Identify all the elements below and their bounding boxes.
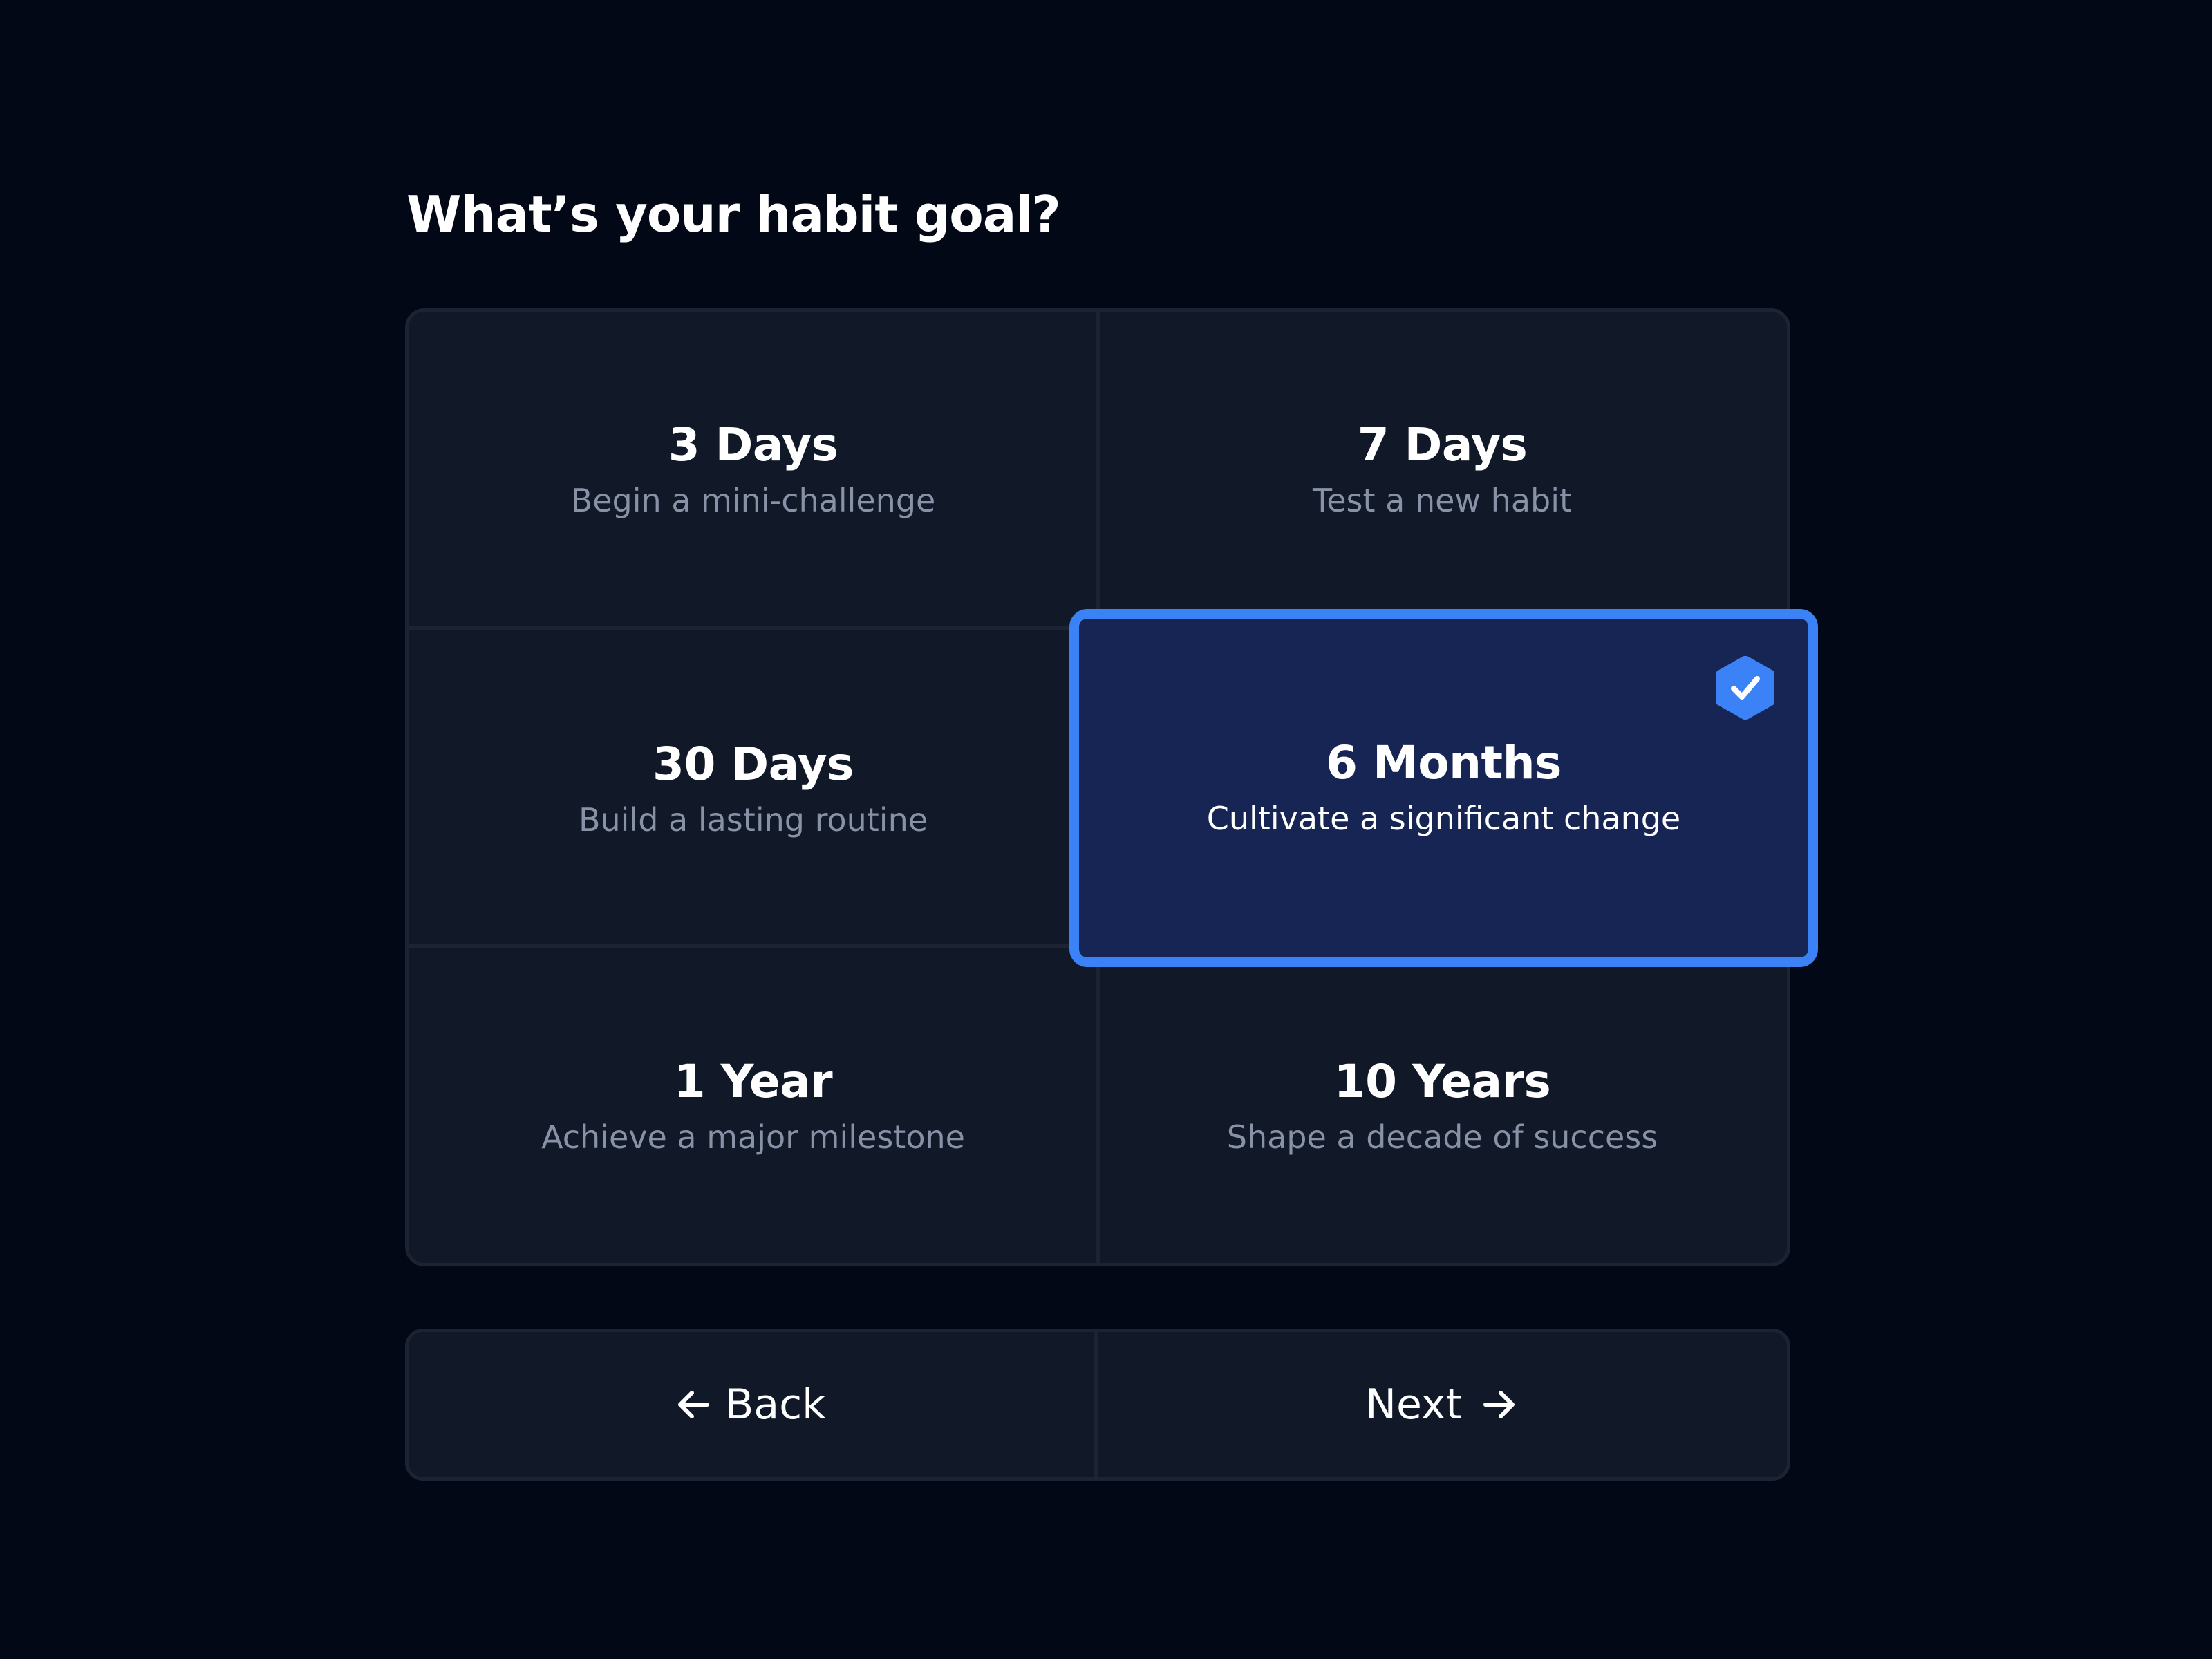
next-button[interactable]: Next xyxy=(1098,1332,1783,1477)
option-subtitle: Shape a decade of success xyxy=(1226,1118,1658,1156)
goal-option-10-years[interactable]: 10 Years Shape a decade of success xyxy=(1098,950,1787,1263)
back-button-label: Back xyxy=(725,1380,826,1429)
option-subtitle: Begin a mini-challenge xyxy=(570,482,936,519)
check-badge-icon xyxy=(1716,656,1774,720)
goal-option-30-days[interactable]: 30 Days Build a lasting routine xyxy=(409,632,1098,946)
goal-option-1-year[interactable]: 1 Year Achieve a major milestone xyxy=(409,950,1098,1263)
goal-option-3-days[interactable]: 3 Days Begin a mini-challenge xyxy=(409,312,1098,628)
option-subtitle: Achieve a major milestone xyxy=(541,1118,965,1156)
option-title: 3 Days xyxy=(668,418,838,471)
option-title: 10 Years xyxy=(1333,1054,1551,1108)
goal-option-7-days[interactable]: 7 Days Test a new habit xyxy=(1098,312,1787,628)
arrow-left-icon xyxy=(678,1391,710,1418)
navigation-bar: Back Next xyxy=(405,1329,1790,1481)
next-button-label: Next xyxy=(1365,1380,1462,1429)
back-button[interactable]: Back xyxy=(409,1332,1094,1477)
habit-goal-page: What’s your habit goal? 3 Days Begin a m… xyxy=(0,0,2212,1659)
option-title: 30 Days xyxy=(653,737,854,791)
option-title: 1 Year xyxy=(673,1054,833,1108)
page-title: What’s your habit goal? xyxy=(406,185,1061,243)
option-title: 6 Months xyxy=(1326,736,1562,789)
option-title: 7 Days xyxy=(1357,418,1528,471)
arrow-right-icon xyxy=(1483,1391,1515,1418)
option-subtitle: Build a lasting routine xyxy=(578,800,928,838)
option-subtitle: Cultivate a significant change xyxy=(1206,800,1681,837)
option-subtitle: Test a new habit xyxy=(1312,482,1573,519)
goal-option-6-months-selected[interactable]: 6 Months Cultivate a significant change xyxy=(1069,609,1818,967)
